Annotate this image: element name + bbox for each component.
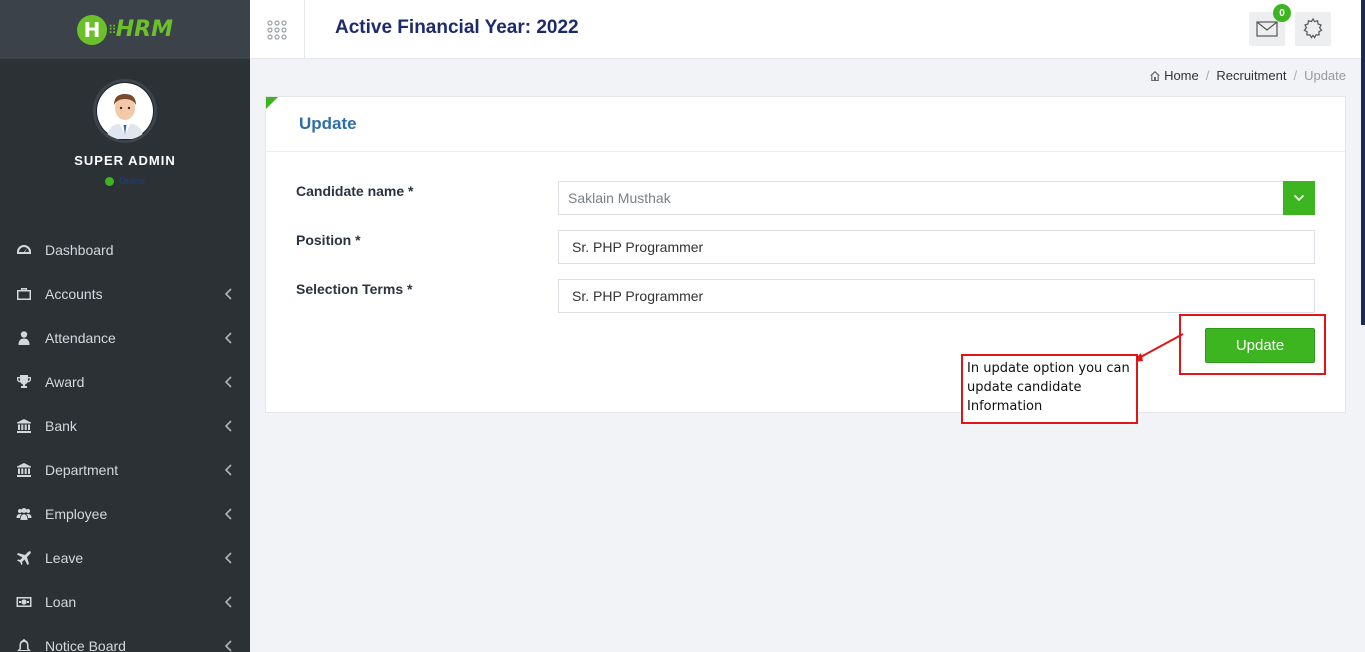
chevron-left-icon [224,375,232,389]
sidebar-item-leave[interactable]: Leave [0,536,250,580]
sidebar-item-label: Employee [45,506,108,522]
chevron-left-icon [224,419,232,433]
sidebar-item-label: Award [45,374,85,390]
chevron-left-icon [224,507,232,521]
breadcrumb: Home / Recruitment / Update [1149,68,1346,83]
card-corner-accent [266,97,278,109]
users-icon [15,505,33,523]
selection-terms-label: Selection Terms * [296,281,413,297]
money-icon [15,593,33,611]
user-icon [15,329,33,347]
messages-button[interactable]: 0 [1249,4,1291,46]
top-header: Active Financial Year: 2022 0 [250,0,1365,59]
sidebar-item-award[interactable]: Award [0,360,250,404]
candidate-name-value: Saklain Musthak [568,190,671,206]
sidebar-item-label: Attendance [45,330,116,346]
chevron-left-icon [224,463,232,477]
logo-text: HRM [115,17,174,42]
avatar-icon [97,83,153,139]
breadcrumb-home-link[interactable]: Home [1164,68,1199,83]
chevron-left-icon [224,287,232,301]
chevron-left-icon [224,595,232,609]
card-header: Update [266,97,1345,152]
sidebar-item-bank[interactable]: Bank [0,404,250,448]
chevron-down-icon [1293,194,1305,202]
settings-button[interactable] [1295,12,1331,46]
selection-terms-input[interactable]: Sr. PHP Programmer [558,279,1315,313]
gear-icon [1303,17,1323,39]
message-count-badge: 0 [1273,4,1291,22]
page-scrollbar[interactable] [1361,0,1365,325]
trophy-icon [15,373,33,391]
profile-name: SUPER ADMIN [74,153,176,168]
sidebar-item-notice-board[interactable]: Notice Board [0,624,250,652]
bank-icon [15,461,33,479]
sidebar: H ⠿ HRM SUPER ADMIN Online Dashboard Acc… [0,0,250,652]
sidebar-item-attendance[interactable]: Attendance [0,316,250,360]
online-status: Online [0,176,250,186]
logo-bar: H ⠿ HRM [0,0,250,59]
sidebar-item-accounts[interactable]: Accounts [0,272,250,316]
position-input[interactable]: Sr. PHP Programmer [558,230,1315,264]
sidebar-item-label: Loan [45,594,77,610]
apps-menu-button[interactable] [250,0,305,59]
sidebar-menu: Dashboard Accounts Attendance Award Bank… [0,228,250,652]
dropdown-toggle-button[interactable] [1283,181,1315,215]
bell-icon [15,637,33,652]
app-logo[interactable]: H ⠿ HRM [76,14,174,45]
sidebar-item-employee[interactable]: Employee [0,492,250,536]
card-title: Update [299,114,357,133]
envelope-icon [1256,21,1278,37]
bank-icon [15,417,33,435]
breadcrumb-separator: / [1293,68,1298,83]
home-icon [1150,70,1161,81]
sidebar-item-dashboard[interactable]: Dashboard [0,228,250,272]
logo-mark: H [76,14,107,45]
annotation-highlight-box [1179,314,1326,375]
sidebar-item-loan[interactable]: Loan [0,580,250,624]
sidebar-item-department[interactable]: Department [0,448,250,492]
chevron-left-icon [224,551,232,565]
sidebar-item-label: Leave [45,550,84,566]
briefcase-icon [15,285,33,303]
logo-dots: ⠿ [107,22,117,37]
grid-icon [267,19,287,40]
plane-icon [15,549,33,567]
status-text: Online [118,176,145,186]
sidebar-item-label: Notice Board [45,638,126,652]
breadcrumb-recruitment-link[interactable]: Recruitment [1216,68,1286,83]
breadcrumb-current: Update [1304,68,1346,83]
candidate-name-select[interactable]: Saklain Musthak [558,181,1315,215]
position-label: Position * [296,232,361,248]
status-dot-icon [104,176,114,186]
dashboard-icon [15,241,33,259]
sidebar-item-label: Dashboard [45,242,114,258]
sidebar-item-label: Department [45,462,119,478]
chevron-left-icon [224,639,232,652]
chevron-left-icon [224,331,232,345]
candidate-name-label: Candidate name * [296,183,414,199]
page-title: Active Financial Year: 2022 [335,17,579,38]
user-profile: SUPER ADMIN Online [0,59,250,228]
sidebar-item-label: Accounts [45,286,103,302]
sidebar-item-label: Bank [45,418,77,434]
annotation-note: In update option you can update candidat… [961,354,1138,424]
breadcrumb-separator: / [1205,68,1210,83]
avatar[interactable] [93,79,157,143]
